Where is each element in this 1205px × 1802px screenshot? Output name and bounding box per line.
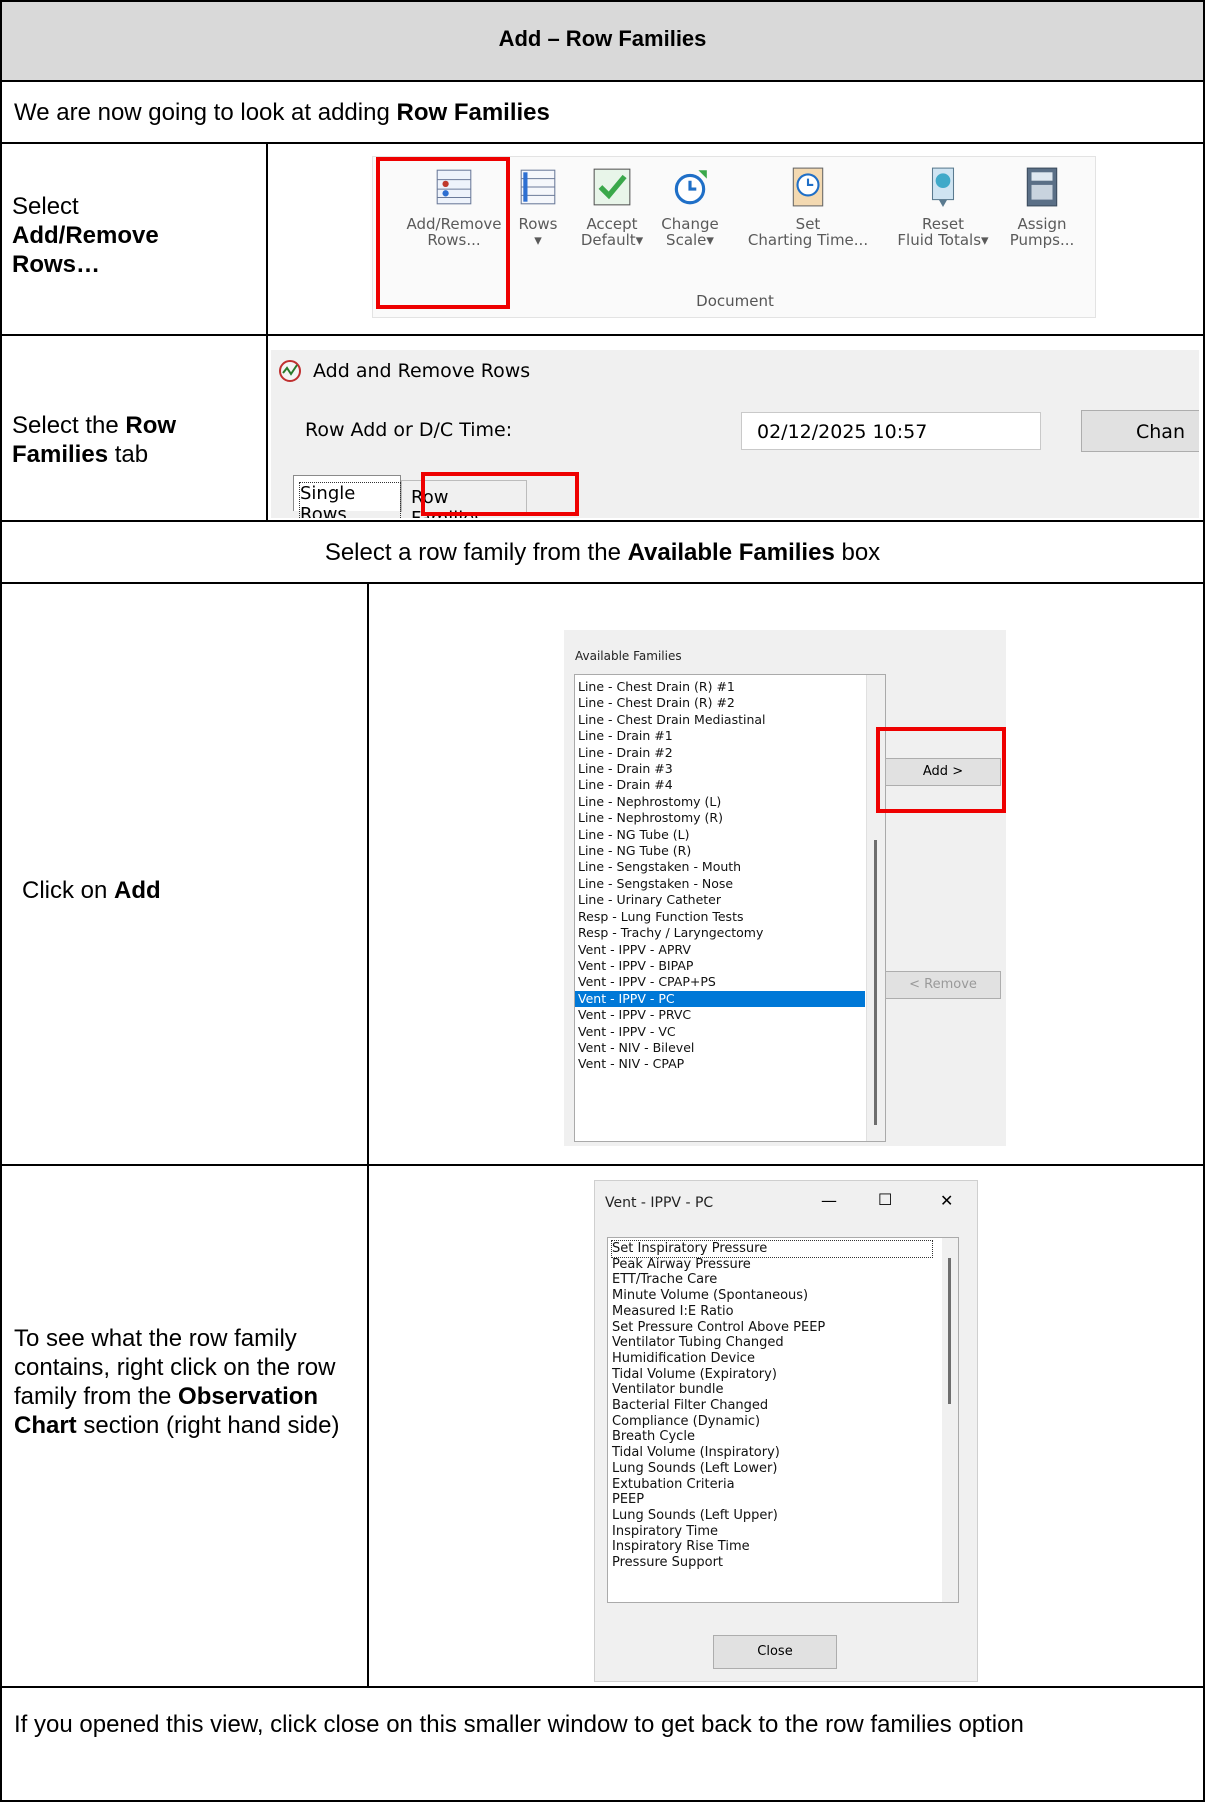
family-item[interactable]: Line - Sengstaken - Nose <box>575 876 865 892</box>
change-button[interactable]: Chan <box>1081 410 1199 452</box>
family-item[interactable]: Line - NG Tube (L) <box>575 827 865 843</box>
set-charting-time-icon <box>792 167 824 207</box>
step2-instruction: Select the Row Families tab <box>12 412 177 468</box>
row-family-item[interactable]: Minute Volume (Spontaneous) <box>612 1288 932 1304</box>
row-family-item[interactable]: Pressure Support <box>612 1555 932 1571</box>
row-family-item[interactable]: Measured I:E Ratio <box>612 1304 932 1320</box>
row-family-item[interactable]: Lung Sounds (Left Upper) <box>612 1508 932 1524</box>
header-row: Add – Row Families <box>0 0 1205 82</box>
popup-scrollbar[interactable] <box>942 1238 958 1602</box>
family-item[interactable]: Vent - IPPV - VC <box>575 1024 865 1040</box>
families-scroll-thumb[interactable] <box>874 840 877 1125</box>
tab-single-rows[interactable]: Single Rows <box>293 475 401 518</box>
ribbon-button-sublabel: Charting Time... <box>747 231 869 249</box>
family-item[interactable]: Vent - NIV - Bilevel <box>575 1040 865 1056</box>
available-families-label: Available Families <box>575 649 682 663</box>
row-family-item[interactable]: Bacterial Filter Changed <box>612 1398 932 1414</box>
row-family-item[interactable]: Ventilator bundle <box>612 1382 932 1398</box>
family-item[interactable]: Resp - Trachy / Laryngectomy <box>575 925 865 941</box>
row-family-item[interactable]: Tidal Volume (Expiratory) <box>612 1367 932 1383</box>
family-item[interactable]: Vent - NIV - CPAP <box>575 1056 865 1072</box>
app-icon <box>279 360 301 382</box>
row-family-item[interactable]: Extubation Criteria <box>612 1477 932 1493</box>
assign-pumps-icon <box>1026 167 1058 207</box>
ribbon-button-assign-pumps[interactable]: Assign Pumps... <box>972 166 1112 248</box>
time-field[interactable]: 02/12/2025 10:57 <box>741 412 1041 450</box>
family-item[interactable]: Line - NG Tube (R) <box>575 843 865 859</box>
ribbon-group-label: Document <box>696 292 774 310</box>
row-family-item[interactable]: ETT/Trache Care <box>612 1272 932 1288</box>
change-scale-icon <box>674 170 707 205</box>
reset-fluid-totals-icon <box>931 167 955 207</box>
maximize-button[interactable]: ☐ <box>878 1190 892 1209</box>
step5-instruction: To see what the row family contains, rig… <box>14 1325 340 1439</box>
family-item[interactable]: Vent - IPPV - APRV <box>575 942 865 958</box>
intro-text: We are now going to look at adding Row F… <box>14 99 550 126</box>
family-item[interactable]: Line - Drain #1 <box>575 728 865 744</box>
row-family-item[interactable]: Set Inspiratory Pressure <box>611 1240 933 1258</box>
popup-title: Vent - IPPV - PC <box>605 1195 714 1211</box>
family-item[interactable]: Line - Urinary Catheter <box>575 892 865 908</box>
popup-close-button-label: Close <box>757 1644 793 1659</box>
family-item[interactable]: Line - Drain #4 <box>575 777 865 793</box>
popup-scroll-thumb[interactable] <box>948 1258 951 1404</box>
row-family-item[interactable]: Humidification Device <box>612 1351 932 1367</box>
remove-button-label: < Remove <box>909 977 977 992</box>
close-x-button[interactable]: ✕ <box>940 1191 953 1210</box>
family-item[interactable]: Resp - Lung Function Tests <box>575 909 865 925</box>
family-item[interactable]: Line - Chest Drain (R) #2 <box>575 695 865 711</box>
row-family-item[interactable]: Peak Airway Pressure <box>612 1257 932 1273</box>
families-listbox[interactable]: Line - Chest Drain (R) #1 Line - Chest Dr… <box>574 674 886 1142</box>
highlight-add-button <box>876 727 1006 813</box>
row-family-item[interactable]: Ventilator Tubing Changed <box>612 1335 932 1351</box>
tab-single-rows-label: Single Rows <box>299 482 401 518</box>
family-item[interactable]: Vent - IPPV - CPAP+PS <box>575 974 865 990</box>
family-item-selected[interactable]: Vent - IPPV - PC <box>575 990 865 1008</box>
family-item[interactable]: Line - Chest Drain (R) #1 <box>575 679 865 695</box>
time-label: Row Add or D/C Time: <box>305 419 513 441</box>
step3-row: Select a row family from the Available F… <box>0 520 1205 584</box>
ribbon-button-set-charting-time[interactable]: Set Charting Time... <box>738 166 878 248</box>
row-family-item[interactable]: Lung Sounds (Left Lower) <box>612 1461 932 1477</box>
header-title: Add – Row Families <box>498 26 707 51</box>
minimize-button[interactable]: — <box>821 1191 837 1210</box>
family-item[interactable]: Line - Nephrostomy (R) <box>575 810 865 826</box>
remove-button[interactable]: < Remove <box>885 971 1001 999</box>
time-value: 02/12/2025 10:57 <box>757 421 928 443</box>
row-family-item[interactable]: Inspiratory Time <box>612 1524 932 1540</box>
step3-text: Select a row family from the Available F… <box>324 539 881 566</box>
ribbon-button-label: Set <box>795 215 821 233</box>
footer-text: If you opened this view, click close on … <box>14 1711 1024 1738</box>
ribbon-button-label: Assign <box>1017 215 1067 233</box>
family-item[interactable]: Vent - IPPV - PRVC <box>575 1007 865 1023</box>
intro-row: We are now going to look at adding Row F… <box>0 80 1205 144</box>
ribbon-button-sublabel: Pumps... <box>1009 231 1075 249</box>
popup-close-button[interactable]: Close <box>713 1635 837 1669</box>
family-item[interactable]: Line - Drain #3 <box>575 761 865 777</box>
family-item[interactable]: Line - Drain #2 <box>575 745 865 761</box>
row-family-item[interactable]: PEEP <box>612 1492 932 1508</box>
row-family-item[interactable]: Breath Cycle <box>612 1429 932 1445</box>
highlight-add-remove <box>376 157 510 309</box>
row-family-item[interactable]: Tidal Volume (Inspiratory) <box>612 1445 932 1461</box>
popup-window: Vent - IPPV - PC — ☐ ✕ Set Inspiratory P… <box>594 1180 978 1682</box>
popup-listbox[interactable]: Set Inspiratory Pressure Peak Airway Pres… <box>607 1237 959 1603</box>
dialog-screenshot: Add and Remove Rows Row Add or D/C Time:… <box>271 350 1199 518</box>
change-button-label: Chan <box>1136 421 1185 443</box>
family-item[interactable]: Line - Sengstaken - Mouth <box>575 859 865 875</box>
family-item[interactable]: Line - Nephrostomy (L) <box>575 794 865 810</box>
step4-instruction: Click on Add <box>22 877 161 904</box>
row-family-item[interactable]: Compliance (Dynamic) <box>612 1414 932 1430</box>
footer-row: If you opened this view, click close on … <box>0 1686 1205 1802</box>
dialog-title: Add and Remove Rows <box>313 360 531 382</box>
step1-instruction: Select Add/Remove Rows… <box>12 193 159 278</box>
family-item[interactable]: Vent - IPPV - BIPAP <box>575 958 865 974</box>
row-family-item[interactable]: Inspiratory Rise Time <box>612 1539 932 1555</box>
family-item[interactable]: Line - Chest Drain Mediastinal <box>575 712 865 728</box>
highlight-row-families-tab <box>421 472 579 516</box>
row-family-item[interactable]: Set Pressure Control Above PEEP <box>612 1320 932 1336</box>
